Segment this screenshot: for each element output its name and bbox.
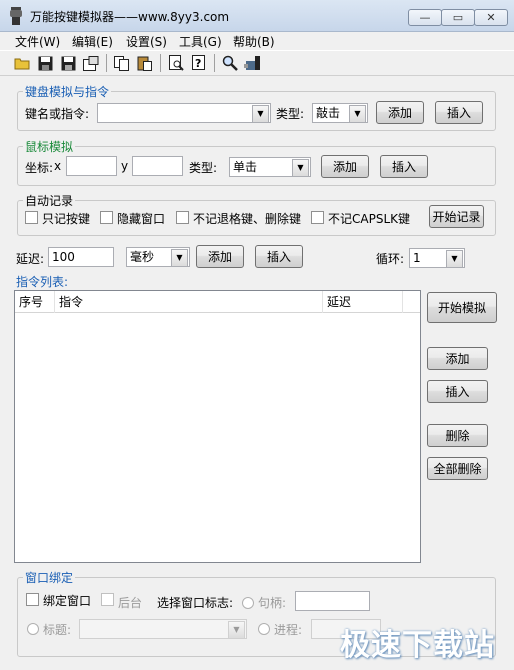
mouse-type-value: 单击 <box>233 160 258 174</box>
mouse-type-select[interactable]: 单击 ▼ <box>229 157 311 177</box>
menu-edit[interactable]: 编辑(E) <box>72 33 113 50</box>
mouse-add-button[interactable]: 添加 <box>321 155 369 178</box>
keyboard-type-label: 类型: <box>276 107 305 121</box>
copy-icon[interactable] <box>113 54 131 72</box>
skip-capslock-label: 不记CAPSLK键 <box>328 212 410 226</box>
skip-capslock-checkbox[interactable] <box>311 211 324 224</box>
only-keys-checkbox[interactable] <box>25 211 38 224</box>
title-label: 标题: <box>43 623 72 637</box>
skip-backspace-checkbox[interactable] <box>176 211 189 224</box>
save-as-icon[interactable] <box>59 54 77 72</box>
window-title: 万能按键模拟器——www.8yy3.com <box>30 10 230 24</box>
minimize-icon: — <box>419 11 431 24</box>
maximize-icon: ▭ <box>452 11 464 24</box>
start-simulation-button[interactable]: 开始模拟 <box>427 292 497 323</box>
list-add-button[interactable]: 添加 <box>427 347 488 370</box>
hide-window-checkbox[interactable] <box>100 211 113 224</box>
properties-icon[interactable] <box>82 54 100 72</box>
y-label: y <box>121 159 129 173</box>
x-label: x <box>54 159 62 173</box>
close-button[interactable]: ✕ <box>474 9 508 26</box>
list-insert-button[interactable]: 插入 <box>427 380 488 403</box>
delay-insert-button[interactable]: 插入 <box>255 245 303 268</box>
keyboard-insert-button[interactable]: 插入 <box>435 101 483 124</box>
open-folder-icon[interactable] <box>13 54 31 72</box>
background-label: 后台 <box>118 596 143 610</box>
select-flag-label: 选择窗口标志: <box>157 596 234 610</box>
chevron-down-icon[interactable]: ▼ <box>228 621 245 639</box>
autorecord-group-title: 自动记录 <box>23 192 76 209</box>
delay-add-button[interactable]: 添加 <box>196 245 244 268</box>
command-list-title: 指令列表: <box>16 275 69 289</box>
print-preview-icon[interactable] <box>167 54 185 72</box>
svg-text:?: ? <box>195 57 201 70</box>
column-index[interactable]: 序号 <box>15 291 55 313</box>
chevron-down-icon[interactable]: ▼ <box>446 250 463 268</box>
watermark-logo: 极速下载站 <box>340 628 495 663</box>
loop-value: 1 <box>413 251 421 265</box>
find-icon[interactable] <box>221 54 239 72</box>
background-checkbox[interactable] <box>101 593 114 606</box>
chevron-down-icon[interactable]: ▼ <box>171 249 188 267</box>
menu-file[interactable]: 文件(W) <box>15 33 60 50</box>
toolbar-separator <box>160 54 161 72</box>
chevron-down-icon[interactable]: ▼ <box>292 159 309 177</box>
keyboard-type-select[interactable]: 敲击 ▼ <box>312 103 368 123</box>
hide-window-label: 隐藏窗口 <box>117 212 166 226</box>
title-select[interactable]: ▼ <box>79 619 247 639</box>
keyboard-type-value: 敲击 <box>316 106 341 120</box>
handle-label: 句柄: <box>258 596 287 610</box>
y-input[interactable] <box>132 156 183 176</box>
list-delete-button[interactable]: 删除 <box>427 424 488 447</box>
mouse-group-title: 鼠标模拟 <box>23 138 76 155</box>
title-radio[interactable] <box>27 623 39 635</box>
bind-window-checkbox[interactable] <box>26 593 39 606</box>
coord-label: 坐标: <box>25 161 54 175</box>
menu-help[interactable]: 帮助(B) <box>233 33 275 50</box>
delay-unit-value: 毫秒 <box>130 250 155 264</box>
mouse-insert-button[interactable]: 插入 <box>380 155 428 178</box>
minimize-button[interactable]: — <box>408 9 442 26</box>
column-delay[interactable]: 延迟 <box>323 291 403 313</box>
menu-tools[interactable]: 工具(G) <box>179 33 222 50</box>
window-bind-group-title: 窗口绑定 <box>23 569 76 586</box>
process-label: 进程: <box>274 623 303 637</box>
chevron-down-icon[interactable]: ▼ <box>252 105 269 123</box>
delay-label: 延迟: <box>16 252 45 266</box>
toolbar-separator <box>106 54 107 72</box>
list-delete-all-button[interactable]: 全部删除 <box>427 457 488 480</box>
app-icon <box>9 7 23 25</box>
start-record-button[interactable]: 开始记录 <box>429 205 484 228</box>
save-icon[interactable] <box>36 54 54 72</box>
bind-window-label: 绑定窗口 <box>43 594 92 608</box>
keyboard-group-title: 键盘模拟与指令 <box>23 83 112 100</box>
loop-label: 循环: <box>376 252 405 266</box>
keyboard-add-button[interactable]: 添加 <box>376 101 424 124</box>
chevron-down-icon[interactable]: ▼ <box>349 105 366 123</box>
handle-input[interactable] <box>295 591 370 611</box>
help-icon[interactable]: ? <box>190 54 208 72</box>
handle-radio[interactable] <box>242 597 254 609</box>
loop-select[interactable]: 1 ▼ <box>409 248 465 268</box>
x-input[interactable] <box>66 156 117 176</box>
skip-backspace-label: 不记退格键、删除键 <box>193 212 302 226</box>
paste-icon[interactable] <box>136 54 154 72</box>
delay-input[interactable]: 100 <box>48 247 114 267</box>
only-keys-label: 只记按键 <box>42 212 91 226</box>
process-radio[interactable] <box>258 623 270 635</box>
maximize-button[interactable]: ▭ <box>441 9 475 26</box>
menu-settings[interactable]: 设置(S) <box>126 33 167 50</box>
keyname-label: 键名或指令: <box>25 107 90 121</box>
keyname-combo[interactable]: ▼ <box>97 103 271 123</box>
toolbar-separator <box>214 54 215 72</box>
column-command[interactable]: 指令 <box>55 291 323 313</box>
tools-icon[interactable] <box>244 54 262 72</box>
command-list[interactable]: 序号 指令 延迟 <box>14 290 421 563</box>
mouse-type-label: 类型: <box>189 161 218 175</box>
delay-unit-select[interactable]: 毫秒 ▼ <box>126 247 190 267</box>
close-icon: ✕ <box>486 11 496 24</box>
